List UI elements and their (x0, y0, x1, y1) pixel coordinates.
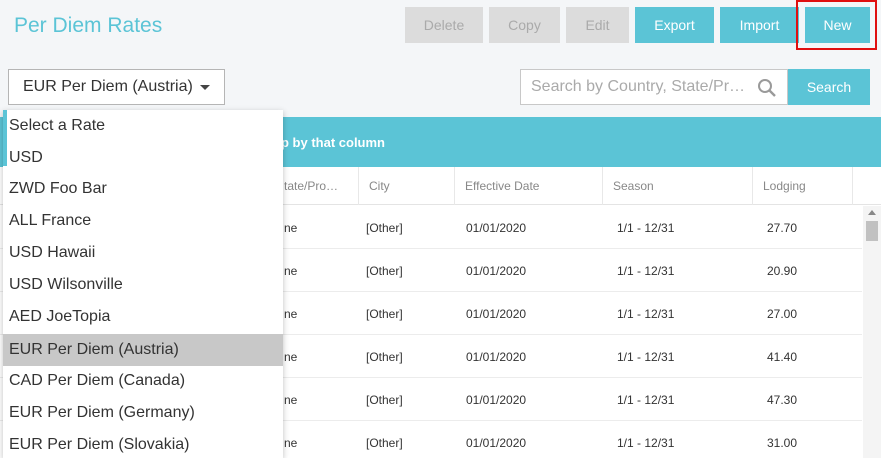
cell-season: 1/1 - 12/31 (617, 306, 675, 321)
rate-select-dropdown: Select a Rate USD ZWD Foo Bar ALL France… (3, 110, 283, 458)
column-header-city[interactable]: City (359, 167, 455, 205)
cell-city: [Other] (366, 263, 403, 278)
cell-city: [Other] (366, 392, 403, 407)
table-scrollbar[interactable] (863, 206, 881, 458)
cell-city: [Other] (366, 220, 403, 235)
caret-down-icon (200, 85, 210, 90)
cell-lodging: 20.90 (767, 263, 798, 278)
rate-option-selected[interactable]: EUR Per Diem (Austria) (3, 334, 283, 366)
copy-button[interactable]: Copy (489, 7, 560, 43)
column-header-lodging[interactable]: Lodging (753, 167, 853, 205)
cell-season: 1/1 - 12/31 (617, 220, 675, 235)
export-button[interactable]: Export (635, 7, 714, 43)
rate-option[interactable]: EUR Per Diem (Germany) (3, 397, 283, 429)
cell-season: 1/1 - 12/31 (617, 435, 675, 450)
column-header-state[interactable]: tate/Pro… (274, 167, 359, 205)
rate-option[interactable]: CAD Per Diem (Canada) (3, 365, 283, 397)
cell-state: ne (284, 392, 298, 407)
cell-lodging: 47.30 (767, 392, 798, 407)
cell-city: [Other] (366, 306, 403, 321)
search-placeholder: Search by Country, State/Pr… (531, 78, 746, 95)
rate-select[interactable]: EUR Per Diem (Austria) (8, 69, 225, 105)
scroll-thumb[interactable] (866, 221, 878, 241)
import-button[interactable]: Import (720, 7, 799, 43)
cell-city: [Other] (366, 435, 403, 450)
cell-effective-date: 01/01/2020 (466, 392, 527, 407)
cell-lodging: 27.00 (767, 306, 798, 321)
search-button[interactable]: Search (788, 69, 870, 105)
cell-lodging: 41.40 (767, 349, 798, 364)
cell-lodging: 27.70 (767, 220, 798, 235)
rate-option[interactable]: USD (3, 142, 283, 174)
page-title: Per Diem Rates (14, 14, 163, 37)
rate-option[interactable]: EUR Per Diem (Slovakia) (3, 429, 283, 458)
cell-state: ne (284, 349, 298, 364)
cell-lodging: 31.00 (767, 435, 798, 450)
cell-season: 1/1 - 12/31 (617, 349, 675, 364)
cell-state: ne (284, 220, 298, 235)
cell-state: ne (284, 263, 298, 278)
edit-button[interactable]: Edit (566, 7, 629, 43)
rate-option[interactable]: USD Wilsonville (3, 269, 283, 301)
cell-effective-date: 01/01/2020 (466, 220, 527, 235)
rate-option[interactable]: ZWD Foo Bar (3, 173, 283, 205)
rate-option[interactable]: Select a Rate (3, 110, 283, 142)
cell-effective-date: 01/01/2020 (466, 435, 527, 450)
column-header-season[interactable]: Season (603, 167, 753, 205)
cell-state: ne (284, 306, 298, 321)
rate-option[interactable]: AED JoeTopia (3, 301, 283, 333)
group-by-hint: p by that column (281, 134, 385, 150)
cell-season: 1/1 - 12/31 (617, 263, 675, 278)
cell-effective-date: 01/01/2020 (466, 306, 527, 321)
new-button-highlight (796, 0, 877, 50)
rate-option[interactable]: ALL France (3, 205, 283, 237)
cell-season: 1/1 - 12/31 (617, 392, 675, 407)
cell-effective-date: 01/01/2020 (466, 349, 527, 364)
rate-option[interactable]: USD Hawaii (3, 237, 283, 269)
scroll-up-icon[interactable] (868, 210, 876, 215)
delete-button[interactable]: Delete (405, 7, 483, 43)
search-icon (758, 79, 776, 97)
column-header-effective-date[interactable]: Effective Date (455, 167, 603, 205)
cell-state: ne (284, 435, 298, 450)
rate-select-value: EUR Per Diem (Austria) (23, 78, 193, 95)
cell-effective-date: 01/01/2020 (466, 263, 527, 278)
cell-city: [Other] (366, 349, 403, 364)
search-input[interactable]: Search by Country, State/Pr… (520, 69, 788, 105)
